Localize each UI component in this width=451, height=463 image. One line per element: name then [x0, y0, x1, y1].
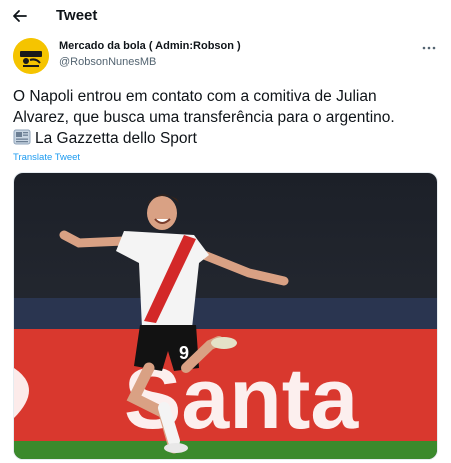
page-title: Tweet: [56, 7, 98, 24]
tweet-line: O Napoli entrou em contato com a comitiv…: [13, 88, 377, 105]
tweet-source: La Gazzetta dello Sport: [35, 130, 197, 147]
newspaper-emoji-icon: [13, 128, 31, 152]
avatar[interactable]: [13, 38, 49, 74]
tweet-text: O Napoli entrou em contato com a comitiv…: [13, 86, 443, 152]
tweet-source-line: La Gazzetta dello Sport: [13, 128, 443, 152]
author-display-name[interactable]: Mercado da bola ( Admin:Robson ): [59, 40, 241, 52]
more-horizontal-icon[interactable]: [421, 40, 437, 56]
tweet-line: Alvarez, que busca uma transferência par…: [13, 109, 395, 126]
top-bar: Tweet: [0, 0, 451, 33]
tweet-photo[interactable]: Santa 9: [13, 172, 438, 460]
translate-tweet-link[interactable]: Translate Tweet: [13, 152, 80, 163]
pitch: [14, 441, 437, 459]
arrow-left-icon[interactable]: [10, 6, 30, 26]
author-handle[interactable]: @RobsonNunesMB: [59, 56, 156, 68]
